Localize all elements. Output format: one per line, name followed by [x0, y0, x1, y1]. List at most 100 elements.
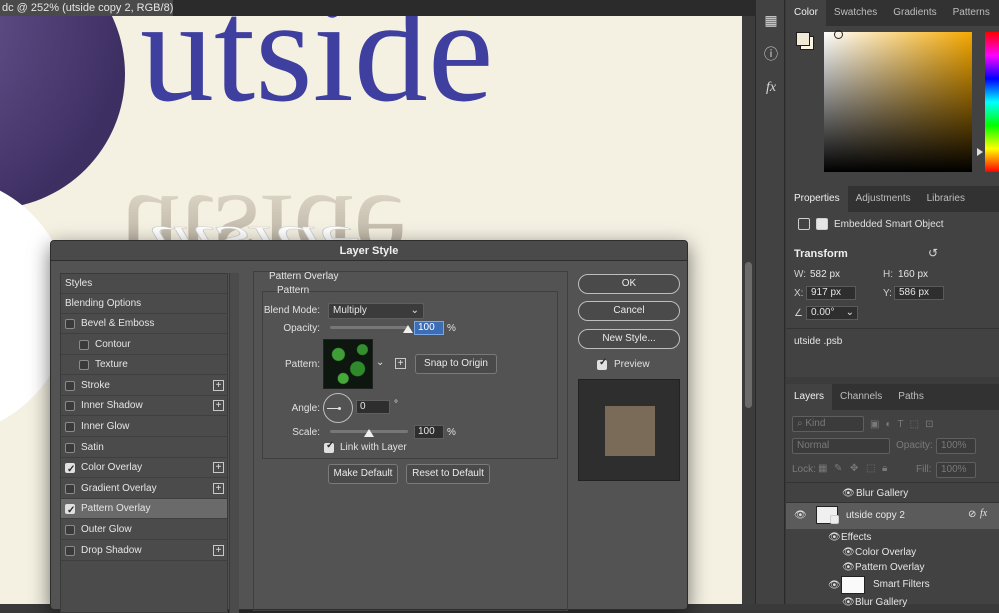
styles-header[interactable]: Styles	[61, 274, 227, 294]
new-preset-plus-icon[interactable]: +	[395, 358, 406, 369]
style-item-drop-shadow[interactable]: Drop Shadow +	[61, 541, 227, 561]
foreground-color-swatch[interactable]	[796, 32, 810, 46]
shape-filter-icon[interactable]: ⬚	[910, 419, 919, 430]
layer-row-blur-gallery-top[interactable]: 👁︎ Blur Gallery	[786, 486, 999, 502]
w-value[interactable]: 582 px	[810, 269, 840, 280]
eye-icon[interactable]: 👁︎	[842, 489, 855, 499]
style-checkbox[interactable]	[79, 360, 89, 371]
color-field[interactable]	[824, 32, 972, 172]
fill-field[interactable]: 100%	[936, 462, 976, 478]
link-with-layer-checkbox[interactable]	[324, 440, 334, 453]
add-effect-plus-icon[interactable]: +	[213, 482, 224, 494]
x-field[interactable]: 917 px	[806, 286, 856, 300]
layer-row-selected[interactable]: 👁︎ utside copy 2 ⊘ fx	[786, 503, 999, 529]
style-item-satin[interactable]: Satin	[61, 438, 227, 458]
layer-opacity-field[interactable]: 100%	[936, 438, 976, 454]
eye-icon[interactable]: 👁︎	[828, 533, 841, 543]
scale-input[interactable]: 100	[414, 425, 444, 439]
tab-properties[interactable]: Properties	[786, 186, 848, 212]
angle-input[interactable]: 0	[356, 400, 390, 414]
eye-icon[interactable]: 👁︎	[842, 563, 855, 573]
tab-channels[interactable]: Channels	[832, 384, 890, 410]
style-checkbox[interactable]	[65, 442, 75, 453]
opacity-slider-knob[interactable]	[403, 325, 413, 333]
add-effect-plus-icon[interactable]: +	[213, 400, 224, 412]
tab-adjustments[interactable]: Adjustments	[848, 186, 919, 212]
style-checkbox[interactable]	[65, 319, 75, 329]
filter-kind-select[interactable]: ⌕ Kind	[792, 416, 864, 432]
layer-name[interactable]: utside copy 2	[846, 510, 905, 521]
blend-mode-select[interactable]: Multiply ⌄	[328, 303, 424, 319]
angle-dial[interactable]	[323, 393, 353, 423]
reset-transform-icon[interactable]: ↺	[928, 246, 938, 260]
add-effect-plus-icon[interactable]: +	[213, 379, 224, 391]
color-picker-cursor[interactable]	[834, 30, 843, 39]
pattern-swatch[interactable]	[323, 339, 373, 389]
canvas-scrollbar[interactable]	[742, 16, 755, 604]
eye-icon[interactable]: 👁︎	[842, 598, 855, 608]
style-item-outer-glow[interactable]: Outer Glow	[61, 520, 227, 540]
fx-icon[interactable]: fx	[761, 78, 781, 98]
info-icon[interactable]: ⓘ	[761, 44, 781, 64]
make-default-button[interactable]: Make Default	[328, 464, 398, 484]
hue-slider-arrow[interactable]	[977, 148, 983, 156]
fx-badge[interactable]: fx	[980, 508, 987, 519]
tab-paths[interactable]: Paths	[890, 384, 932, 410]
smart-filter-mask-thumbnail[interactable]	[841, 576, 865, 594]
lock-position-icon[interactable]: ✥	[850, 463, 858, 474]
style-checkbox[interactable]	[65, 380, 75, 391]
preview-checkbox[interactable]	[597, 357, 607, 370]
tab-gradients[interactable]: Gradients	[885, 0, 944, 26]
lock-artboard-icon[interactable]: ⬚	[866, 463, 875, 474]
opacity-input[interactable]: 100	[414, 321, 444, 335]
opacity-slider[interactable]	[330, 326, 408, 329]
style-checkbox[interactable]	[65, 460, 75, 480]
style-item-inner-glow[interactable]: Inner Glow	[61, 417, 227, 437]
style-item-stroke[interactable]: Stroke +	[61, 376, 227, 396]
h-value[interactable]: 160 px	[898, 269, 928, 280]
lock-transparency-icon[interactable]: ▦	[818, 463, 827, 474]
smart-object-filter-icon[interactable]: ⊡	[925, 419, 933, 430]
style-checkbox[interactable]	[79, 339, 89, 350]
adjustment-filter-icon[interactable]: ◐	[885, 419, 891, 430]
image-filter-icon[interactable]: ▣	[870, 419, 879, 430]
style-item-pattern-overlay[interactable]: Pattern Overlay	[61, 499, 227, 521]
style-checkbox[interactable]	[65, 483, 75, 494]
style-item-gradient-overlay[interactable]: Gradient Overlay +	[61, 479, 227, 499]
layer-row-blur-gallery-bottom[interactable]: 👁︎ Blur Gallery	[786, 596, 999, 608]
smart-filters-row[interactable]: 👁︎ Smart Filters	[786, 574, 999, 596]
style-checkbox[interactable]	[65, 545, 75, 556]
eye-icon[interactable]: 👁︎	[828, 581, 841, 591]
tab-color[interactable]: Color	[786, 0, 826, 26]
scale-slider-knob[interactable]	[364, 429, 374, 437]
style-item-texture[interactable]: Texture	[61, 355, 227, 376]
effects-row[interactable]: 👁︎ Effects	[786, 531, 999, 546]
add-effect-plus-icon[interactable]: +	[213, 544, 224, 556]
style-item-contour[interactable]: Contour	[61, 335, 227, 355]
style-checkbox[interactable]	[65, 422, 75, 432]
ok-button[interactable]: OK	[578, 274, 680, 294]
canvas-scrollbar-thumb[interactable]	[745, 262, 752, 408]
lock-pixels-icon[interactable]: ✎	[834, 463, 842, 474]
tab-swatches[interactable]: Swatches	[826, 0, 885, 26]
y-field[interactable]: 586 px	[894, 286, 944, 300]
styles-list-scrollbar[interactable]	[229, 273, 239, 613]
type-filter-icon[interactable]: T	[898, 419, 904, 430]
style-checkbox[interactable]	[65, 401, 75, 412]
eye-icon[interactable]: 👁︎	[794, 511, 807, 521]
tab-layers[interactable]: Layers	[786, 384, 833, 410]
tab-patterns[interactable]: Patterns	[945, 0, 998, 26]
pattern-icon[interactable]: ▦	[761, 10, 781, 30]
hue-slider[interactable]	[985, 32, 999, 172]
effect-row-color-overlay[interactable]: 👁︎ Color Overlay	[786, 546, 999, 561]
eye-icon[interactable]: 👁︎	[842, 548, 855, 558]
new-style-button[interactable]: New Style...	[578, 329, 680, 349]
style-checkbox[interactable]	[65, 501, 75, 521]
style-item-bevel-emboss[interactable]: Bevel & Emboss	[61, 314, 227, 334]
blending-options-item[interactable]: Blending Options	[61, 294, 227, 314]
reset-to-default-button[interactable]: Reset to Default	[406, 464, 490, 484]
add-effect-plus-icon[interactable]: +	[213, 462, 224, 474]
style-checkbox[interactable]	[65, 525, 75, 535]
style-item-color-overlay[interactable]: Color Overlay +	[61, 458, 227, 480]
document-tab[interactable]: dc @ 252% (utside copy 2, RGB/8) *	[0, 0, 174, 16]
